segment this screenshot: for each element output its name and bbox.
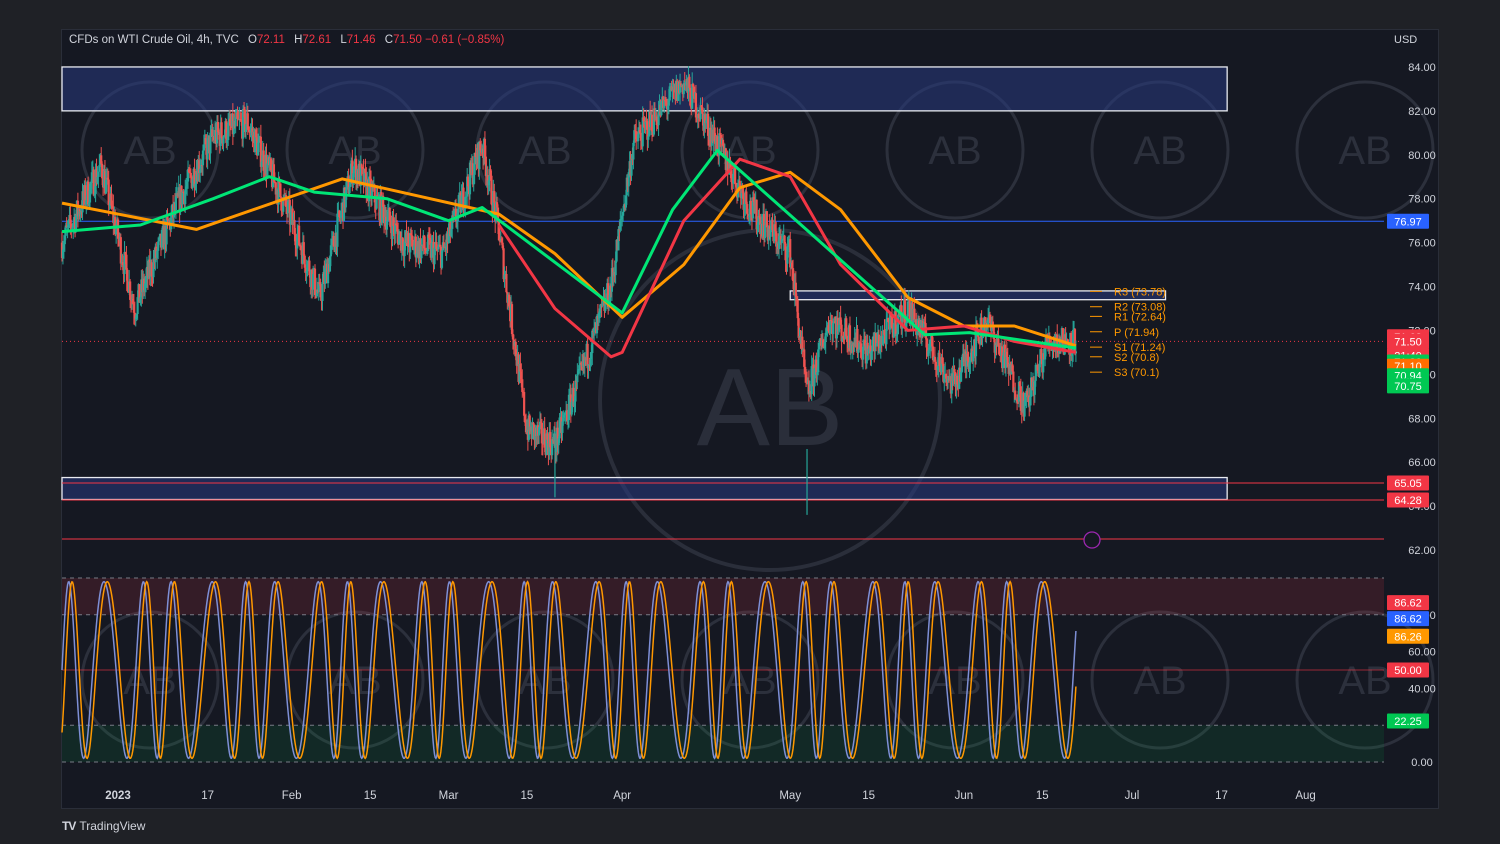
- price-label-text: 71.50: [1394, 336, 1422, 348]
- candle-body: [521, 379, 524, 392]
- pivot-label: S3 (70.1): [1114, 367, 1159, 379]
- oscillator-axis-tick: 40.00: [1408, 683, 1436, 695]
- alert-icon: [1083, 531, 1101, 549]
- pivot-label: S2 (70.8): [1114, 352, 1159, 364]
- price-axis-tick: 76.00: [1408, 238, 1436, 250]
- price-axis-tick: 80.00: [1408, 150, 1436, 162]
- candle-body: [959, 371, 963, 382]
- candle-body: [701, 107, 704, 114]
- time-axis-tick: 15: [862, 790, 875, 802]
- watermark-text: AB: [123, 129, 176, 173]
- oscillator-value-text: 50.00: [1394, 665, 1422, 677]
- pivot-label: R3 (73.78): [1114, 286, 1166, 298]
- price-axis-tick: 74.00: [1408, 282, 1436, 294]
- price-axis-tick: 68.00: [1408, 413, 1436, 425]
- price-label-text: 65.05: [1394, 478, 1422, 490]
- oscillator-axis-tick: 0.00: [1411, 757, 1432, 769]
- time-axis-tick: Jun: [955, 790, 974, 802]
- candle-body: [348, 186, 351, 194]
- watermark-text: AB: [928, 659, 981, 703]
- candle-body: [302, 242, 305, 256]
- candle-body: [694, 93, 698, 118]
- oscillator-value-text: 86.26: [1394, 631, 1422, 643]
- time-axis-tick: 2023: [105, 790, 131, 802]
- price-axis-tick: 78.00: [1408, 194, 1436, 206]
- symbol-title[interactable]: CFDs on WTI Crude Oil, 4h, TVC: [69, 34, 239, 46]
- candle-body: [505, 273, 508, 293]
- zone-box: [61, 476, 1228, 501]
- candle-body: [832, 323, 835, 335]
- candle-body: [576, 374, 579, 383]
- price-axis-tick: 62.00: [1408, 545, 1436, 557]
- time-axis-tick: 15: [364, 790, 377, 802]
- overbought-zone: [62, 578, 1384, 615]
- time-axis-tick: Feb: [282, 790, 302, 802]
- watermark-text: AB: [1133, 129, 1186, 173]
- candle-body: [321, 282, 324, 301]
- symbol-header: CFDs on WTI Crude Oil, 4h, TVC O72.11 H7…: [69, 34, 504, 46]
- watermark-text: AB: [1133, 659, 1186, 703]
- time-axis-tick: Apr: [613, 790, 631, 802]
- pivot-label: P (71.94): [1114, 327, 1159, 339]
- price-axis-tick: 66.00: [1408, 457, 1436, 469]
- watermark-text: AB: [928, 129, 981, 173]
- time-axis-tick: Jul: [1125, 790, 1140, 802]
- candle-body: [801, 336, 804, 350]
- candle-body: [298, 225, 301, 246]
- candle-body: [622, 211, 625, 216]
- candle-body: [279, 183, 282, 197]
- zone-box: [789, 290, 1167, 301]
- candle-body: [493, 190, 496, 203]
- open-label: O: [247, 34, 257, 46]
- high-value: 72.61: [302, 34, 332, 46]
- currency-label[interactable]: USD: [1394, 34, 1417, 46]
- chart-canvas[interactable]: ABABABABABABABABABABABABABABABR3 (73.78)…: [0, 0, 1500, 844]
- time-axis-tick: Mar: [439, 790, 459, 802]
- price-axis-tick: 82.00: [1408, 106, 1436, 118]
- oscillator-value-text: 22.25: [1394, 716, 1422, 728]
- tradingview-logo[interactable]: TV TradingView: [62, 819, 145, 833]
- pivot-label: R1 (72.64): [1114, 311, 1166, 323]
- candle-body: [97, 171, 100, 177]
- candle-body: [614, 261, 617, 276]
- oscillator-value-text: 86.62: [1394, 598, 1422, 610]
- tradingview-logo-text: TradingView: [79, 819, 146, 833]
- time-axis-tick: 17: [1215, 790, 1228, 802]
- candle-body: [532, 422, 535, 425]
- time-axis-tick: 15: [521, 790, 534, 802]
- watermark-text: AB: [723, 659, 776, 703]
- change-value: −0.61 (−0.85%): [425, 34, 505, 46]
- watermark-text: AB: [1338, 659, 1391, 703]
- candle-body: [913, 308, 916, 320]
- candle-body: [746, 204, 749, 215]
- close-value: 71.50: [393, 34, 422, 46]
- price-label-text: 70.75: [1394, 381, 1422, 393]
- time-axis-tick: 15: [1036, 790, 1049, 802]
- price-axis-tick: 84.00: [1408, 62, 1436, 74]
- candle-body: [857, 349, 860, 353]
- candle-body: [440, 250, 444, 268]
- open-value: 72.11: [256, 34, 285, 46]
- low-value: 71.46: [346, 34, 376, 46]
- moving-average-line: [61, 148, 1077, 350]
- price-label-text: 64.28: [1394, 495, 1422, 507]
- candle-body: [647, 136, 650, 140]
- price-label-text: 76.97: [1394, 216, 1422, 228]
- zone-box: [61, 66, 1228, 112]
- time-axis-tick: May: [779, 790, 801, 802]
- time-axis-tick: 17: [201, 790, 214, 802]
- tradingview-logo-icon: TV: [62, 819, 76, 833]
- close-label: C: [384, 34, 394, 46]
- candle-body: [523, 392, 526, 416]
- watermark-text: AB: [518, 129, 571, 173]
- oscillator-value-text: 86.62: [1394, 614, 1422, 626]
- candle-body: [220, 122, 223, 139]
- watermark-text: AB: [697, 346, 844, 469]
- oscillator-axis-tick: 60.00: [1408, 647, 1436, 659]
- watermark-text: AB: [1338, 129, 1391, 173]
- time-axis-tick: Aug: [1295, 790, 1315, 802]
- candle-body: [125, 254, 128, 270]
